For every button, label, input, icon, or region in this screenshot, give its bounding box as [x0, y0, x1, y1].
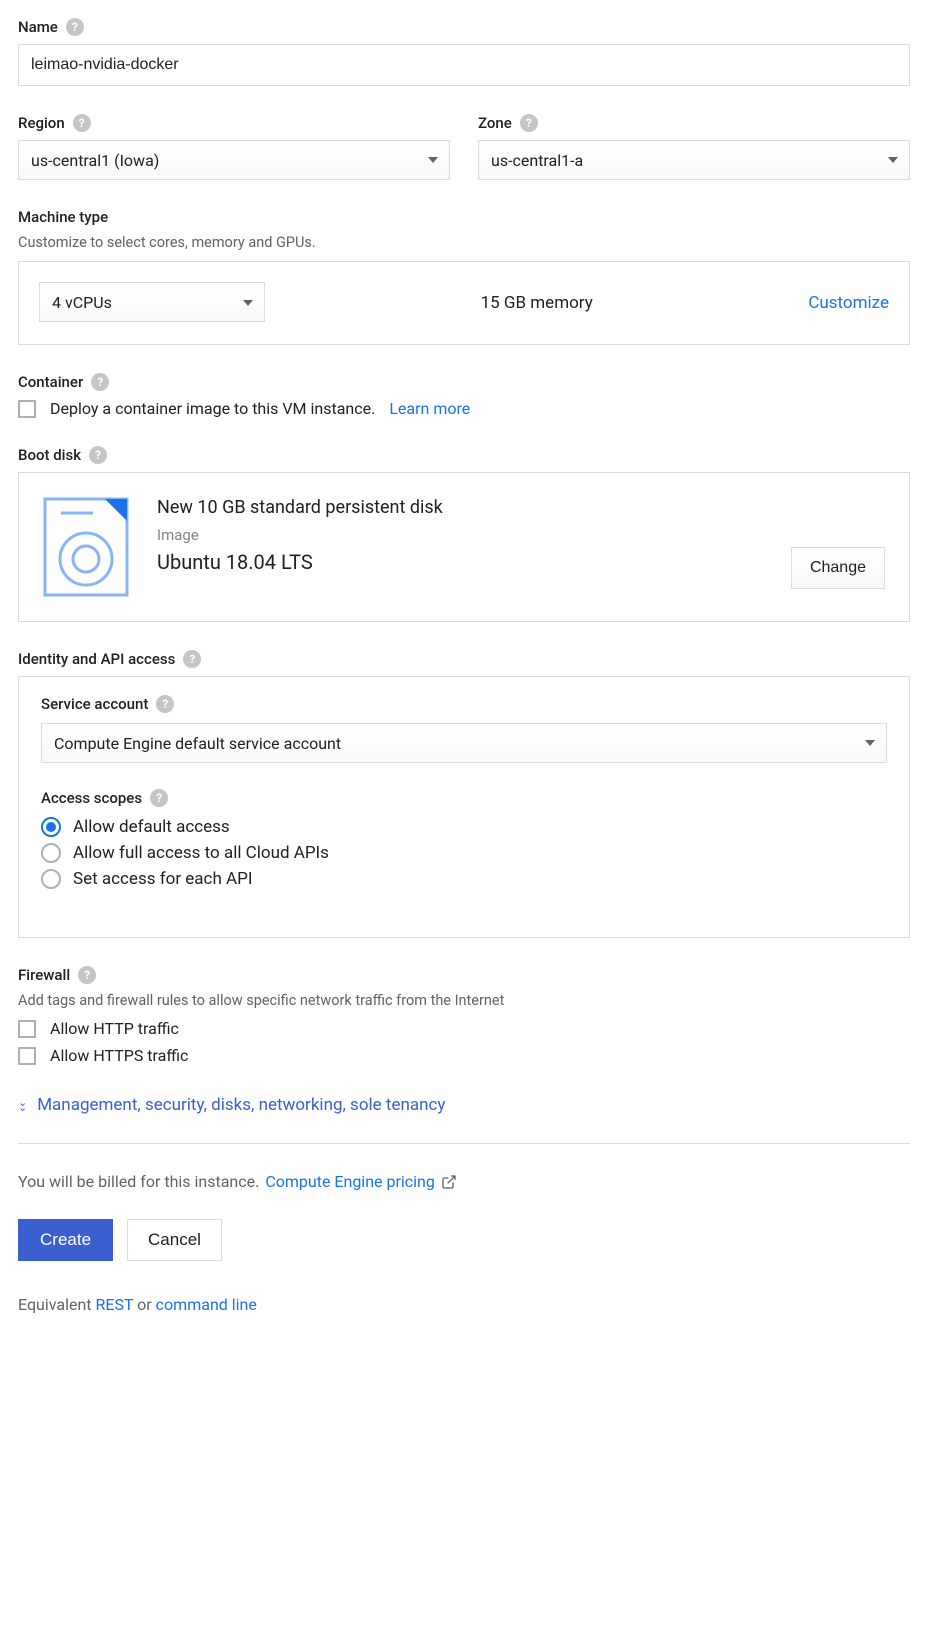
- service-account-value: Compute Engine default service account: [54, 734, 341, 753]
- deploy-container-checkbox[interactable]: [18, 400, 36, 418]
- bootdisk-title: New 10 GB standard persistent disk: [157, 497, 763, 518]
- management-expand-link[interactable]: ⌄⌄ Management, security, disks, networki…: [18, 1095, 910, 1115]
- name-input[interactable]: [18, 44, 910, 86]
- access-scope-radio-full[interactable]: [41, 843, 61, 863]
- zone-label: Zone: [478, 114, 512, 132]
- machine-type-label: Machine type: [18, 208, 108, 226]
- access-scope-radio-default[interactable]: [41, 817, 61, 837]
- container-label: Container: [18, 373, 83, 391]
- change-button[interactable]: Change: [791, 547, 885, 589]
- allow-http-checkbox[interactable]: [18, 1020, 36, 1038]
- bootdisk-image-name: Ubuntu 18.04 LTS: [157, 550, 763, 574]
- equivalent-note: Equivalent REST or command line: [18, 1295, 910, 1314]
- bootdisk-label: Boot disk: [18, 446, 81, 464]
- rest-link[interactable]: REST: [96, 1295, 134, 1314]
- help-icon[interactable]: ?: [73, 114, 91, 132]
- zone-value: us-central1-a: [491, 151, 583, 170]
- help-icon[interactable]: ?: [91, 373, 109, 391]
- equivalent-prefix: Equivalent: [18, 1295, 96, 1314]
- help-icon[interactable]: ?: [520, 114, 538, 132]
- identity-label: Identity and API access: [18, 650, 175, 668]
- access-scope-option: Set access for each API: [73, 869, 252, 889]
- zone-select[interactable]: us-central1-a: [478, 140, 910, 180]
- help-icon[interactable]: ?: [183, 650, 201, 668]
- cancel-button[interactable]: Cancel: [127, 1219, 222, 1261]
- access-scopes-label: Access scopes: [41, 789, 142, 807]
- help-icon[interactable]: ?: [150, 789, 168, 807]
- access-scope-radio-each[interactable]: [41, 869, 61, 889]
- region-label: Region: [18, 114, 65, 132]
- deploy-container-label: Deploy a container image to this VM inst…: [50, 399, 375, 418]
- bootdisk-image-label: Image: [157, 526, 763, 544]
- help-icon[interactable]: ?: [78, 966, 96, 984]
- external-link-icon: [441, 1174, 457, 1190]
- access-scope-option: Allow default access: [73, 817, 230, 837]
- compute-engine-pricing-link[interactable]: Compute Engine pricing: [265, 1172, 435, 1191]
- access-scope-option: Allow full access to all Cloud APIs: [73, 843, 329, 863]
- help-icon[interactable]: ?: [89, 446, 107, 464]
- vcpu-select[interactable]: 4 vCPUs: [39, 282, 265, 322]
- machine-memory: 15 GB memory: [481, 293, 593, 313]
- region-value: us-central1 (Iowa): [31, 151, 159, 170]
- allow-https-label: Allow HTTPS traffic: [50, 1046, 188, 1065]
- service-account-select[interactable]: Compute Engine default service account: [41, 723, 887, 763]
- allow-http-label: Allow HTTP traffic: [50, 1019, 179, 1038]
- firewall-label: Firewall: [18, 966, 70, 984]
- billing-note: You will be billed for this instance.: [18, 1172, 259, 1191]
- chevron-double-down-icon: ⌄⌄: [18, 1100, 27, 1111]
- allow-https-checkbox[interactable]: [18, 1047, 36, 1065]
- disk-icon: [43, 497, 129, 597]
- management-expand-label: Management, security, disks, networking,…: [37, 1095, 445, 1115]
- region-select[interactable]: us-central1 (Iowa): [18, 140, 450, 180]
- customize-link[interactable]: Customize: [808, 293, 889, 313]
- vcpu-value: 4 vCPUs: [52, 293, 112, 312]
- divider: [18, 1143, 910, 1144]
- help-icon[interactable]: ?: [66, 18, 84, 36]
- command-line-link[interactable]: command line: [156, 1295, 257, 1314]
- machine-type-description: Customize to select cores, memory and GP…: [18, 234, 910, 251]
- create-button[interactable]: Create: [18, 1219, 113, 1261]
- learn-more-link[interactable]: Learn more: [389, 399, 470, 418]
- service-account-label: Service account: [41, 695, 148, 713]
- name-label: Name: [18, 18, 58, 36]
- help-icon[interactable]: ?: [156, 695, 174, 713]
- equivalent-or: or: [133, 1295, 155, 1314]
- firewall-description: Add tags and firewall rules to allow spe…: [18, 992, 910, 1009]
